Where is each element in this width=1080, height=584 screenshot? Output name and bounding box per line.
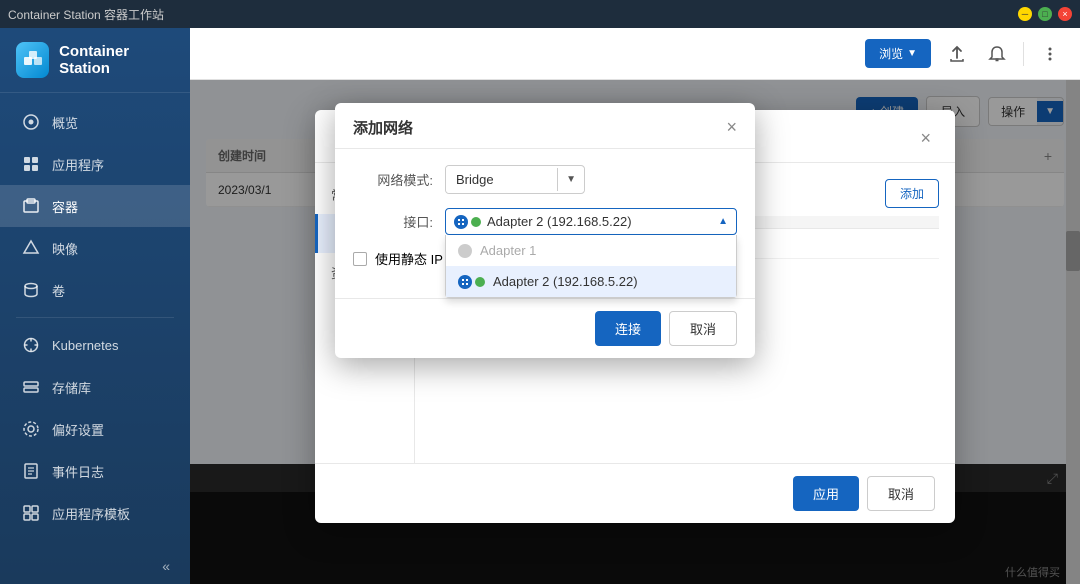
sidebar-label-volumes: 卷: [52, 281, 65, 300]
apply-button[interactable]: 应用: [793, 476, 859, 511]
nav-divider-1: [16, 317, 174, 318]
titlebar: Container Station 容器工作站 ─ □ ×: [0, 0, 1080, 28]
sidebar-item-containers[interactable]: 容器: [0, 185, 190, 227]
adapter2-icons: [458, 275, 485, 289]
sidebar-item-images[interactable]: 映像: [0, 227, 190, 269]
overview-icon: [20, 111, 42, 133]
minimize-button[interactable]: ─: [1018, 7, 1032, 21]
adapter2-network-icon: [458, 275, 472, 289]
add-network-dialog-body: 网络模式: Bridge ▼: [335, 149, 755, 298]
sidebar-item-overview[interactable]: 概览: [0, 101, 190, 143]
add-network-cancel-button[interactable]: 取消: [669, 311, 737, 346]
bridge-dropdown-icon: ▼: [557, 168, 584, 191]
connect-button[interactable]: 连接: [595, 311, 661, 346]
add-network-dialog-header: 添加网络 ×: [335, 103, 755, 149]
edit-modal-footer: 应用 取消: [315, 463, 955, 523]
static-ip-checkbox[interactable]: [353, 252, 367, 266]
content-area: + 创建 导入 操作 ▼ 创建时间 操作 +: [190, 80, 1080, 584]
containers-icon: [20, 195, 42, 217]
more-icon[interactable]: [1036, 40, 1064, 68]
sidebar-label-images: 映像: [52, 239, 78, 258]
network-mode-row: 网络模式: Bridge ▼: [353, 165, 737, 194]
app-container: Container Station 概览 应用程序 容器: [0, 28, 1080, 584]
interface-label: 接口:: [353, 212, 433, 231]
sidebar-label-kubernetes: Kubernetes: [52, 338, 119, 353]
interface-control: Adapter 2 (192.168.5.22) ▲ Ad: [445, 208, 737, 235]
sidebar-item-storage[interactable]: 存储库: [0, 366, 190, 408]
sidebar-item-eventlog[interactable]: 事件日志: [0, 450, 190, 492]
window-controls: ─ □ ×: [1018, 7, 1072, 21]
sidebar-header: Container Station: [0, 28, 190, 93]
dropdown-item-adapter2[interactable]: Adapter 2 (192.168.5.22): [446, 266, 736, 297]
bell-icon[interactable]: [983, 40, 1011, 68]
maximize-button[interactable]: □: [1038, 7, 1052, 21]
titlebar-title: Container Station 容器工作站: [8, 6, 164, 23]
adapter2-status-icon: [475, 277, 485, 287]
close-button[interactable]: ×: [1058, 7, 1072, 21]
kubernetes-icon: [20, 334, 42, 356]
volumes-icon: [20, 279, 42, 301]
bridge-mode-value: Bridge: [446, 166, 557, 193]
sidebar-label-preferences: 偏好设置: [52, 420, 104, 439]
sidebar-item-volumes[interactable]: 卷: [0, 269, 190, 311]
collapse-sidebar-button[interactable]: «: [162, 558, 170, 574]
add-network-button[interactable]: 添加: [885, 179, 939, 208]
browse-button[interactable]: 浏览 ▼: [865, 39, 931, 68]
edit-modal-close-button[interactable]: ×: [916, 128, 935, 149]
apptemplates-icon: [20, 502, 42, 524]
edit-tab-content: 添加: [415, 163, 955, 463]
storage-icon: [20, 376, 42, 398]
sidebar-item-apptemplates[interactable]: 应用程序模板: [0, 492, 190, 534]
dropdown-item-adapter1[interactable]: Adapter 1: [446, 235, 736, 266]
adapter1-label: Adapter 1: [480, 243, 536, 258]
network-mode-control: Bridge ▼: [445, 165, 737, 194]
sidebar-item-apps[interactable]: 应用程序: [0, 143, 190, 185]
network-adapter-icon: [454, 215, 468, 229]
app-logo: [16, 42, 49, 78]
add-network-dialog-title: 添加网络: [353, 117, 413, 138]
edit-cancel-button[interactable]: 取消: [867, 476, 935, 511]
sidebar-label-containers: 容器: [52, 197, 78, 216]
sidebar-label-overview: 概览: [52, 113, 78, 132]
add-network-dialog-footer: 连接 取消: [335, 298, 755, 358]
adapter1-icon: [458, 244, 472, 258]
browse-dropdown-arrow: ▼: [907, 48, 917, 59]
network-mode-label: 网络模式:: [353, 170, 433, 189]
network-status-green-icon: [471, 217, 481, 227]
sidebar-label-eventlog: 事件日志: [52, 462, 104, 481]
sidebar-label-apptemplates: 应用程序模板: [52, 504, 130, 523]
modal-overlay: 编辑容器 × 常规 网络 资源 添加: [190, 80, 1080, 584]
edit-container-modal: 编辑容器 × 常规 网络 资源 添加: [315, 110, 955, 523]
sidebar-item-kubernetes[interactable]: Kubernetes: [0, 324, 190, 366]
eventlog-icon: [20, 460, 42, 482]
sidebar-item-preferences[interactable]: 偏好设置: [0, 408, 190, 450]
interface-dropdown-list: Adapter 1: [445, 235, 737, 298]
sidebar: Container Station 概览 应用程序 容器: [0, 28, 190, 584]
interface-dropdown-arrow-icon: ▲: [718, 216, 728, 227]
interface-icons: [454, 215, 481, 229]
interface-row: 接口:: [353, 208, 737, 235]
sidebar-label-storage: 存储库: [52, 378, 91, 397]
add-network-dialog: 添加网络 × 网络模式: Bridge: [335, 103, 755, 358]
main-content: 浏览 ▼ + 创建 导入: [190, 28, 1080, 584]
adapter2-label: Adapter 2 (192.168.5.22): [493, 274, 638, 289]
interface-selected-text: Adapter 2 (192.168.5.22): [487, 214, 712, 229]
sidebar-label-apps: 应用程序: [52, 155, 104, 174]
topbar-divider: [1023, 42, 1024, 66]
interface-selected-display[interactable]: Adapter 2 (192.168.5.22) ▲: [445, 208, 737, 235]
static-ip-label: 使用静态 IP: [375, 249, 443, 268]
add-network-dialog-close-button[interactable]: ×: [726, 117, 737, 138]
topbar: 浏览 ▼: [190, 28, 1080, 80]
preferences-icon: [20, 418, 42, 440]
sidebar-title: Container Station: [59, 43, 174, 77]
images-icon: [20, 237, 42, 259]
sidebar-nav: 概览 应用程序 容器 映像: [0, 93, 190, 548]
apps-icon: [20, 153, 42, 175]
sidebar-footer: «: [0, 548, 190, 584]
edit-modal-body: 常规 网络 资源 添加: [315, 163, 955, 463]
upload-icon[interactable]: [943, 40, 971, 68]
bridge-mode-select[interactable]: Bridge ▼: [445, 165, 585, 194]
